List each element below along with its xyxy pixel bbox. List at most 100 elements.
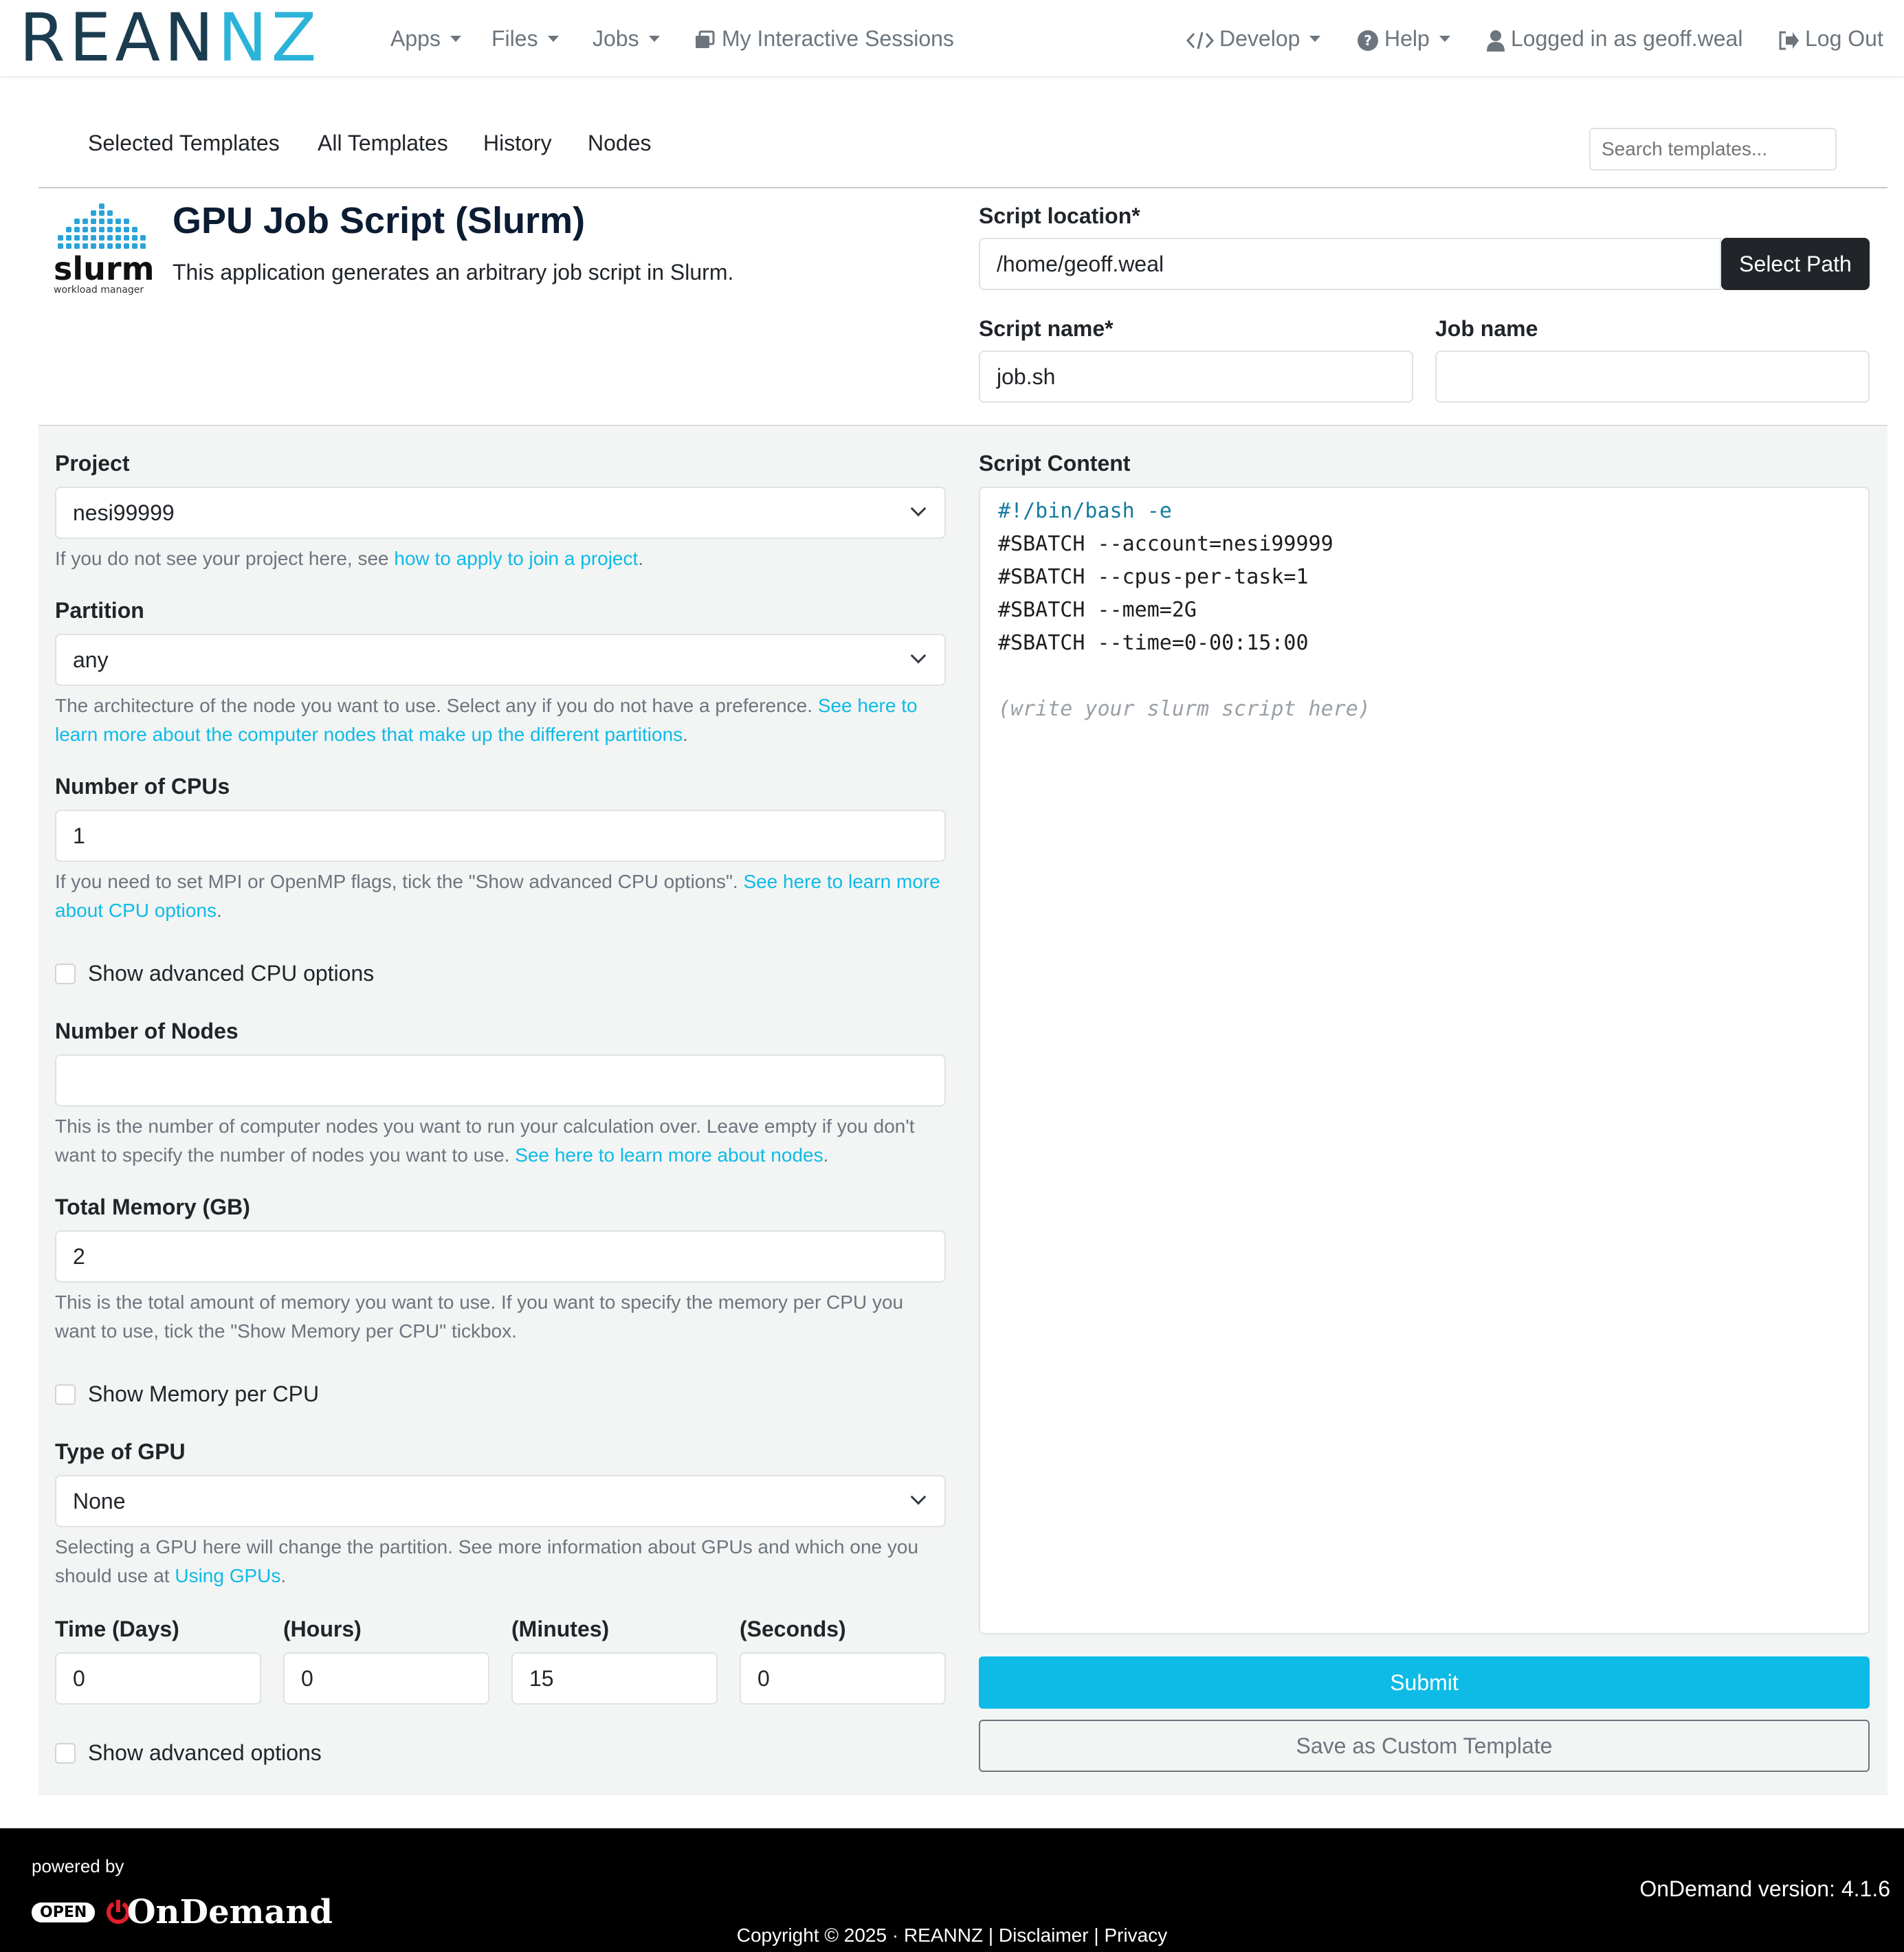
script-name-input[interactable]: job.sh xyxy=(979,351,1413,403)
partition-select-value: any xyxy=(73,647,109,672)
code-line: #!/bin/bash -e xyxy=(998,499,1172,523)
tab-history[interactable]: History xyxy=(483,131,552,156)
nodes-help: This is the number of computer nodes you… xyxy=(55,1112,949,1170)
code-line: #SBATCH --account=nesi99999 xyxy=(998,532,1333,556)
gpu-select[interactable]: None xyxy=(55,1475,946,1527)
tab-selected-templates[interactable]: Selected Templates xyxy=(88,131,280,156)
copyright-row: Copyright © 2025 · REANNZ | Disclaimer |… xyxy=(736,1925,1168,1946)
project-help-end: . xyxy=(638,548,644,569)
nav-user[interactable]: Logged in as geoff.weal xyxy=(1486,0,1742,77)
show-advanced-label: Show advanced options xyxy=(88,1740,322,1765)
logo-left-text: REAN xyxy=(19,0,218,76)
script-content-label: Script Content xyxy=(979,451,1131,476)
nodes-help-end: . xyxy=(823,1144,829,1166)
nodes-input[interactable] xyxy=(55,1054,946,1107)
chevron-down-icon xyxy=(1439,36,1450,42)
select-path-button[interactable]: Select Path xyxy=(1721,238,1870,290)
reannz-logo[interactable]: REANNZ xyxy=(19,5,349,71)
sign-out-icon xyxy=(1779,31,1799,50)
project-label: Project xyxy=(55,451,130,476)
memory-help: This is the total amount of memory you w… xyxy=(55,1291,904,1342)
chevron-down-icon xyxy=(648,36,660,42)
show-advanced-cpu-row[interactable]: Show advanced CPU options xyxy=(55,961,374,986)
show-mem-per-cpu-row[interactable]: Show Memory per CPU xyxy=(55,1382,319,1407)
save-custom-template-button[interactable]: Save as Custom Template xyxy=(979,1720,1870,1772)
chevron-down-icon xyxy=(450,36,461,42)
cpus-label: Number of CPUs xyxy=(55,774,230,799)
cpus-input[interactable]: 1 xyxy=(55,810,946,862)
show-advanced-checkbox[interactable] xyxy=(55,1743,76,1764)
nav-develop-menu[interactable]: Develop xyxy=(1186,0,1321,77)
chevron-down-icon xyxy=(547,36,559,42)
slurm-logo: slurm workload manager xyxy=(52,201,155,296)
show-mem-per-cpu-checkbox[interactable] xyxy=(55,1384,76,1405)
time-seconds-input[interactable]: 0 xyxy=(740,1652,946,1705)
memory-input[interactable]: 2 xyxy=(55,1230,946,1283)
slurm-dots-icon xyxy=(58,203,146,249)
time-hours-input[interactable]: 0 xyxy=(283,1652,489,1705)
tab-all-templates[interactable]: All Templates xyxy=(318,131,448,156)
nav-apps-label: Apps xyxy=(390,26,441,51)
nav-user-label: Logged in as geoff.weal xyxy=(1511,26,1743,51)
using-gpus-link[interactable]: Using GPUs xyxy=(175,1565,280,1586)
powered-by-text: powered by xyxy=(32,1856,124,1876)
time-minutes-input[interactable]: 15 xyxy=(511,1652,718,1705)
nav-logout[interactable]: Log Out xyxy=(1778,0,1883,77)
partition-help: The architecture of the node you want to… xyxy=(55,691,949,749)
show-advanced-cpu-label: Show advanced CPU options xyxy=(88,961,375,986)
nav-help-label: Help xyxy=(1384,26,1430,51)
partition-label: Partition xyxy=(55,598,144,623)
partition-select[interactable]: any xyxy=(55,634,946,686)
partition-help-end: . xyxy=(683,724,688,745)
show-advanced-row[interactable]: Show advanced options xyxy=(55,1740,322,1766)
ondemand-power-icon xyxy=(106,1900,130,1925)
time-seconds-label: (Seconds) xyxy=(740,1617,846,1641)
nodes-info-link[interactable]: See here to learn more about nodes xyxy=(515,1144,823,1166)
copyright-text: Copyright © 2025 · REANNZ xyxy=(736,1925,984,1946)
open-badge: OPEN xyxy=(32,1902,96,1922)
chevron-down-icon xyxy=(1309,36,1321,42)
chevron-down-icon xyxy=(910,647,927,664)
job-name-input[interactable] xyxy=(1435,351,1870,403)
code-icon xyxy=(1186,32,1214,49)
nav-jobs-label: Jobs xyxy=(593,26,639,51)
script-location-input[interactable]: /home/geoff.weal xyxy=(979,238,1721,290)
project-help: If you do not see your project here, see… xyxy=(55,544,949,573)
script-editor[interactable]: #!/bin/bash -e #SBATCH --account=nesi999… xyxy=(979,487,1870,1634)
chevron-down-icon xyxy=(910,500,927,517)
code-line: #SBATCH --time=0-00:15:00 xyxy=(998,631,1309,655)
code-line: #SBATCH --cpus-per-task=1 xyxy=(998,565,1309,589)
project-select-value: nesi99999 xyxy=(73,500,175,525)
nav-help-menu[interactable]: ? Help xyxy=(1357,0,1450,77)
divider xyxy=(38,187,1888,188)
search-templates-input[interactable] xyxy=(1589,128,1837,170)
gpu-help-end: . xyxy=(280,1565,287,1586)
version-text: OnDemand version: 4.1.6 xyxy=(1639,1876,1890,1901)
script-name-label: Script name* xyxy=(979,316,1114,341)
cpus-help-end: . xyxy=(217,900,222,921)
nav-files-menu[interactable]: Files xyxy=(491,0,559,77)
gpu-help: Selecting a GPU here will change the par… xyxy=(55,1533,949,1590)
project-help-text: If you do not see your project here, see xyxy=(55,548,395,569)
top-navbar: REANNZ Apps Files Jobs My Interactive Se… xyxy=(0,0,1904,77)
submit-button[interactable]: Submit xyxy=(979,1656,1870,1709)
show-mem-per-cpu-label: Show Memory per CPU xyxy=(88,1382,320,1406)
disclaimer-link[interactable]: Disclaimer xyxy=(999,1925,1089,1946)
slurm-logo-text: slurm xyxy=(54,250,155,287)
nav-jobs-menu[interactable]: Jobs xyxy=(593,0,660,77)
nav-sessions-label: My Interactive Sessions xyxy=(722,26,954,51)
page-title: GPU Job Script (Slurm) xyxy=(173,200,586,241)
time-days-input[interactable]: 0 xyxy=(55,1652,261,1705)
nav-logout-label: Log Out xyxy=(1805,26,1883,51)
slurm-logo-subtext: workload manager xyxy=(54,285,144,296)
tab-nodes[interactable]: Nodes xyxy=(588,131,652,156)
apply-project-link[interactable]: how to apply to join a project xyxy=(394,548,638,569)
nav-apps-menu[interactable]: Apps xyxy=(390,0,461,77)
nav-files-label: Files xyxy=(491,26,538,51)
svg-text:?: ? xyxy=(1364,32,1372,49)
time-hours-label: (Hours) xyxy=(283,1617,362,1641)
project-select[interactable]: nesi99999 xyxy=(55,487,946,539)
show-advanced-cpu-checkbox[interactable] xyxy=(55,964,76,984)
nav-interactive-sessions[interactable]: My Interactive Sessions xyxy=(694,0,954,77)
privacy-link[interactable]: Privacy xyxy=(1104,1925,1167,1946)
